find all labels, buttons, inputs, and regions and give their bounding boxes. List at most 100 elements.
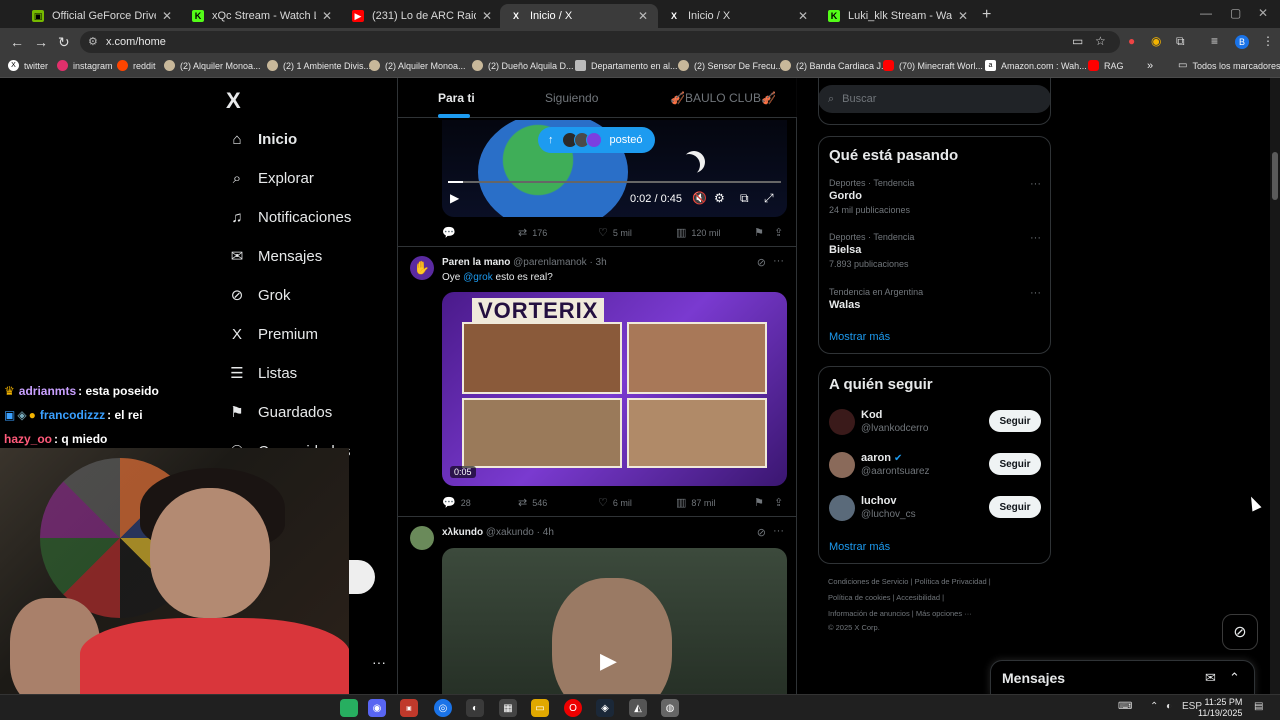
more-icon[interactable]: ··· (1030, 178, 1041, 190)
nav-premium[interactable]: X Premium (228, 325, 318, 343)
forward-icon[interactable]: → (34, 34, 48, 50)
nav-explore[interactable]: ⌕ Explorar (228, 169, 314, 187)
bookmarks-overflow-button[interactable]: » (1147, 60, 1153, 72)
show-more-link[interactable]: Mostrar más (829, 541, 890, 553)
close-icon[interactable]: ✕ (322, 9, 332, 23)
chevron-up-icon[interactable]: ⌃ (1150, 701, 1158, 712)
mute-icon[interactable]: 🔇 (692, 191, 707, 205)
tab-for-you[interactable]: Para ti (438, 91, 475, 105)
app-icon[interactable] (340, 699, 358, 717)
repost-button[interactable]: ⇄ 176 (518, 226, 547, 239)
app-icon[interactable]: ◭ (629, 699, 647, 717)
folder-icon[interactable]: ▭ (531, 699, 549, 717)
bookmark-amazon[interactable]: a Amazon.com : Wah... (985, 60, 1087, 71)
cast-icon[interactable]: ▭ (1072, 34, 1083, 48)
grok-fab-button[interactable]: ⊘ (1222, 614, 1258, 650)
chrome-icon[interactable]: ◎ (434, 699, 452, 717)
follow-button[interactable]: Seguir (989, 453, 1041, 475)
tab-x-home-active[interactable]: X Inicio / X ✕ (500, 4, 658, 28)
reply-button[interactable]: 💬 (442, 226, 461, 239)
puzzle-icon[interactable]: ⧉ (1176, 34, 1185, 49)
nav-messages[interactable]: ✉ Mensajes (228, 247, 323, 266)
follow-button[interactable]: Seguir (989, 410, 1041, 432)
profile-avatar[interactable]: B (1235, 35, 1249, 49)
tab-luki-stream[interactable]: K Luki_klk Stream - Watch Live on Kick ✕ (818, 4, 978, 28)
nav-notifications[interactable]: ♫ Notificaciones (228, 208, 351, 226)
close-icon[interactable]: ✕ (798, 9, 808, 23)
tab-youtube[interactable]: ▶ (231) Lo de ARC Raiders es SALV ✕ (342, 4, 502, 28)
maximize-button[interactable]: ▢ (1230, 6, 1241, 20)
more-icon[interactable]: ··· (773, 255, 784, 267)
new-message-icon[interactable]: ✉ (1205, 670, 1216, 686)
pip-icon[interactable]: ⧉ (740, 191, 749, 206)
notification-icon[interactable]: ▤ (1254, 701, 1263, 712)
reload-icon[interactable]: ↻ (58, 34, 70, 51)
repost-button[interactable]: ⇄ 546 (518, 496, 547, 509)
avatar[interactable]: ✋ (410, 256, 434, 280)
close-icon[interactable]: ✕ (162, 9, 172, 23)
scrollbar-thumb[interactable] (1272, 152, 1278, 200)
address-bar[interactable]: ⚙ x.com/home (80, 31, 1120, 53)
bookmark-twitter[interactable]: Xtwitter (8, 60, 48, 71)
video-player[interactable]: ▶ (442, 548, 787, 694)
video-player[interactable]: VORTERIX 0:05 (442, 292, 787, 486)
chrome-icon[interactable]: ◉ (1151, 34, 1161, 48)
messages-drawer[interactable]: Mensajes ✉ ⌃ (990, 660, 1255, 694)
post-time[interactable]: · 4h (537, 527, 554, 538)
bookmark-item[interactable]: (2) Sensor De Frecu... (678, 60, 783, 71)
play-icon[interactable]: ▶ (600, 648, 617, 674)
trend-item[interactable]: Tendencia en Argentina Walas ··· (829, 287, 1041, 311)
video-progress-bar[interactable] (448, 181, 781, 183)
bookmark-item[interactable]: (2) Alquiler Monoa... (164, 60, 261, 71)
grok-icon[interactable]: ⊘ (757, 256, 766, 269)
nav-home[interactable]: ⌂ Inicio (228, 130, 297, 148)
play-icon[interactable]: ▶ (450, 191, 459, 205)
x-logo-icon[interactable]: X (226, 88, 241, 114)
share-button[interactable]: ⇪ (774, 226, 788, 239)
views-button[interactable]: ▥ 120 mil (676, 226, 720, 239)
author-name[interactable]: xλkundo (442, 527, 483, 538)
new-tab-button[interactable]: + (982, 6, 991, 24)
close-icon[interactable]: ✕ (482, 9, 492, 23)
chevron-up-icon[interactable]: ⌃ (1229, 670, 1240, 686)
share-button[interactable]: ⇪ (774, 496, 788, 509)
tab-community[interactable]: 🎻BAULO CLUB🎻 (670, 91, 776, 105)
fullscreen-icon[interactable]: ⤢ (764, 191, 774, 206)
nav-lists[interactable]: ☰ Listas (228, 364, 297, 383)
grok-icon[interactable]: ⊘ (757, 526, 766, 539)
avatar[interactable] (410, 526, 434, 550)
minimize-button[interactable]: — (1200, 6, 1212, 20)
like-button[interactable]: ♡ 6 mil (598, 496, 632, 509)
close-icon[interactable]: ✕ (958, 9, 968, 23)
bookmark-item[interactable]: Departamento en al... (575, 60, 678, 71)
bookmark-rag[interactable]: RAG (1088, 60, 1124, 71)
bookmark-instagram[interactable]: instagram (57, 60, 113, 71)
account-more-icon[interactable]: ··· (372, 654, 386, 670)
opera-icon[interactable]: O (564, 699, 582, 717)
bookmark-button[interactable]: ⚑ (754, 226, 769, 239)
show-more-link[interactable]: Mostrar más (829, 331, 890, 343)
media-icon[interactable]: ≡ (1211, 34, 1218, 48)
discord-icon[interactable]: ◉ (368, 699, 386, 717)
follow-suggestion[interactable]: aaron ✔ @aarontsuarez Seguir (829, 450, 1041, 482)
views-button[interactable]: ▥ 87 mil (676, 496, 715, 509)
bookmark-reddit[interactable]: reddit (117, 60, 156, 71)
more-icon[interactable]: ··· (1030, 232, 1041, 244)
trend-item[interactable]: Deportes · Tendencia Gordo 24 mil public… (829, 178, 1041, 215)
follow-button[interactable]: Seguir (989, 496, 1041, 518)
site-info-icon[interactable]: ⚙ (88, 35, 98, 48)
keyboard-icon[interactable]: ⌨ (1118, 701, 1132, 712)
nav-bookmarks[interactable]: ⚑ Guardados (228, 403, 332, 422)
page-scrollbar[interactable] (1270, 78, 1280, 694)
reply-button[interactable]: 💬 28 (442, 496, 471, 509)
app-icon[interactable]: ◍ (661, 699, 679, 717)
tab-x-home[interactable]: X Inicio / X ✕ (658, 4, 818, 28)
steam-icon[interactable]: ◈ (596, 699, 614, 717)
bookmark-item[interactable]: (2) 1 Ambiente Divis... (267, 60, 371, 71)
all-bookmarks-button[interactable]: ▭ Todos los marcadores (1178, 60, 1280, 71)
trend-item[interactable]: Deportes · Tendencia Bielsa 7.893 public… (829, 232, 1041, 269)
footer-line[interactable]: Política de cookies | Accesibilidad | (828, 593, 944, 602)
clock[interactable]: 11:25 PM 11/19/2025 (1198, 697, 1242, 719)
obs-icon[interactable]: ◐ (466, 699, 484, 717)
settings-icon[interactable]: ⚙ (714, 191, 725, 205)
